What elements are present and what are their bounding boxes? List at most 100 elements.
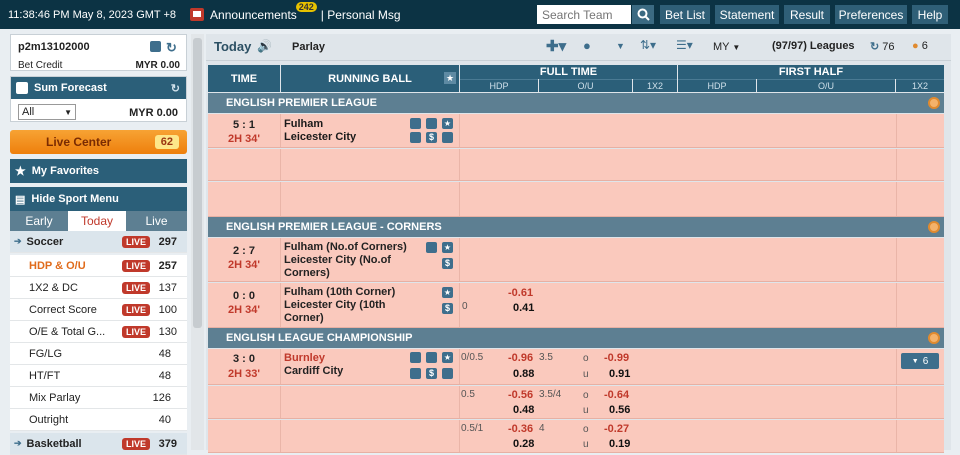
search-button[interactable] — [632, 5, 654, 24]
my-favorites-button[interactable]: ★ My Favorites — [10, 159, 187, 183]
bet-list-button[interactable]: Bet List — [660, 5, 710, 24]
hdp-home-odds[interactable]: -0.56 — [508, 389, 533, 401]
leagues-counter[interactable]: (97/97) Leagues — [772, 40, 855, 52]
tv-icon[interactable] — [426, 242, 437, 253]
sport-label: FG/LG — [29, 347, 63, 360]
chevron-down-icon: ▼ — [911, 357, 919, 365]
ft-1x2-header: 1X2 — [633, 79, 677, 92]
under-odds[interactable]: 0.91 — [609, 368, 630, 380]
sidebar-item-ht-ft[interactable]: HT/FT 48 — [10, 365, 187, 387]
dollar-icon[interactable]: $ — [442, 258, 453, 269]
over-odds[interactable]: -0.27 — [604, 423, 629, 435]
dollar-icon[interactable]: $ — [426, 368, 437, 379]
chart-icon[interactable] — [410, 368, 421, 379]
refresh-counter[interactable]: ↻ 76 — [870, 40, 895, 53]
live-center-button[interactable]: Live Center 62 — [10, 130, 187, 154]
speaker-icon[interactable]: 🔊 — [257, 39, 272, 53]
sort-icon[interactable]: ⇅▾ — [640, 38, 656, 52]
sidebar-item-oe-total[interactable]: O/E & Total G... LIVE 130 — [10, 321, 187, 343]
favorite-star-icon[interactable]: ★ — [444, 72, 456, 84]
home-team: Fulham — [284, 118, 324, 130]
dollar-icon[interactable]: $ — [426, 132, 437, 143]
parlay-tab[interactable]: Parlay — [292, 41, 325, 53]
live-tag: LIVE — [122, 235, 151, 248]
sidebar-item-1x2-dc[interactable]: 1X2 & DC LIVE 137 — [10, 277, 187, 299]
league-toggle-icon[interactable] — [928, 97, 940, 109]
more-bets-button[interactable]: ▼ 6 — [901, 353, 939, 369]
coin-counter[interactable]: ● 6 — [912, 40, 928, 52]
hdp-away-odds[interactable]: 0.28 — [513, 438, 534, 450]
fh-1x2-header: 1X2 — [896, 79, 944, 92]
statement-button[interactable]: Statement — [715, 5, 779, 24]
sidebar-scrollbar[interactable] — [191, 34, 204, 450]
sport-label: Mix Parlay — [29, 391, 81, 404]
hdp-home-odds[interactable]: -0.96 — [508, 352, 533, 364]
chevron-down-icon[interactable]: ▼ — [616, 41, 625, 51]
league-header[interactable]: ENGLISH PREMIER LEAGUE — [208, 93, 944, 113]
calc-icon[interactable] — [442, 132, 453, 143]
star-icon[interactable]: ★ — [442, 352, 453, 363]
sidebar-item-correct-score[interactable]: Correct Score LIVE 100 — [10, 299, 187, 321]
sum-forecast-header: Sum Forecast ↻ — [11, 77, 186, 99]
hdp-away-odds[interactable]: 0.88 — [513, 368, 534, 380]
result-button[interactable]: Result — [784, 5, 830, 24]
calc-icon[interactable] — [442, 368, 453, 379]
sport-count: 40 — [158, 413, 171, 426]
star-icon[interactable]: ★ — [442, 287, 453, 298]
sport-count: 379 — [158, 437, 177, 450]
forecast-select[interactable]: All ▼ — [18, 104, 76, 120]
add-icon[interactable]: ✚▾ — [546, 37, 566, 55]
chevron-down-icon: ▼ — [64, 107, 72, 117]
under-odds[interactable]: 0.19 — [609, 438, 630, 450]
list-view-icon[interactable]: ☰▾ — [676, 38, 693, 52]
chart-icon[interactable] — [410, 132, 421, 143]
announcements-label: Announcements — [210, 7, 297, 22]
sidebar-item-hdp-ou[interactable]: HDP & O/U LIVE 257 — [10, 255, 187, 277]
over-odds[interactable]: -0.64 — [604, 389, 629, 401]
personal-msg-link[interactable]: | Personal Msg — [321, 8, 401, 22]
hdp-home-odds[interactable]: -0.36 — [508, 423, 533, 435]
tv-icon[interactable] — [410, 118, 421, 129]
search-team-input[interactable] — [537, 5, 631, 24]
sidebar-item-fg-lg[interactable]: FG/LG 48 — [10, 343, 187, 365]
clock-icon[interactable]: ● — [583, 38, 591, 53]
help-button[interactable]: Help — [912, 5, 948, 24]
tab-early[interactable]: Early — [10, 211, 68, 231]
tab-live[interactable]: Live — [126, 211, 187, 231]
sidebar-item-mix-parlay[interactable]: Mix Parlay 126 — [10, 387, 187, 409]
sidebar-item-soccer[interactable]: ➔ Soccer LIVE 297 — [10, 231, 187, 253]
league-header[interactable]: ENGLISH LEAGUE CHAMPIONSHIP — [208, 328, 944, 348]
preferences-button[interactable]: Preferences — [835, 5, 907, 24]
hdp-home-odds[interactable]: -0.61 — [508, 287, 533, 299]
hdp-away-odds[interactable]: 0.41 — [513, 302, 534, 314]
sidebar-item-outright[interactable]: Outright 40 — [10, 409, 187, 431]
ou-line: 4 — [539, 423, 545, 434]
hdp-away-odds[interactable]: 0.48 — [513, 404, 534, 416]
star-icon[interactable]: ★ — [442, 242, 453, 253]
league-header[interactable]: ENGLISH PREMIER LEAGUE - CORNERS — [208, 217, 944, 237]
stats-icon[interactable] — [426, 352, 437, 363]
forecast-refresh-icon[interactable]: ↻ — [171, 82, 180, 95]
under-odds[interactable]: 0.56 — [609, 404, 630, 416]
league-toggle-icon[interactable] — [928, 221, 940, 233]
stats-icon[interactable] — [426, 118, 437, 129]
hide-sport-menu-button[interactable]: ▤ Hide Sport Menu — [10, 187, 187, 211]
odds-type-select[interactable]: MY ▼ — [713, 41, 740, 53]
over-odds[interactable]: -0.99 — [604, 352, 629, 364]
refresh-icon: ↻ — [870, 41, 880, 53]
dollar-icon[interactable]: $ — [442, 303, 453, 314]
under-label: u — [583, 369, 589, 380]
sidebar-item-basketball[interactable]: ➔ Basketball LIVE 379 — [10, 433, 187, 455]
announcements-link[interactable]: Announcements 242 — [210, 1, 317, 22]
match-time: 2H 33' — [228, 368, 260, 380]
star-icon[interactable]: ★ — [442, 118, 453, 129]
refresh-icon[interactable]: ↻ — [166, 40, 177, 56]
tv-icon[interactable] — [190, 8, 205, 21]
mail-icon[interactable] — [150, 41, 161, 52]
under-label: u — [583, 439, 589, 450]
tv-icon[interactable] — [410, 352, 421, 363]
league-toggle-icon[interactable] — [928, 332, 940, 344]
tab-today[interactable]: Today — [68, 211, 126, 231]
scrollbar-thumb[interactable] — [193, 38, 202, 328]
ft-ou-header: O/U — [539, 79, 632, 92]
